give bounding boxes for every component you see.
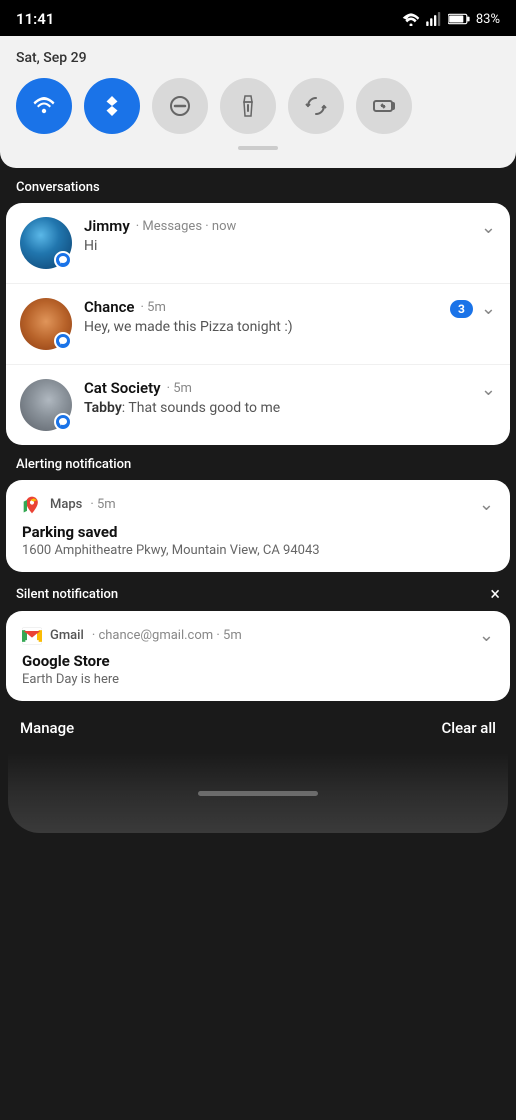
conversations-section-label: Conversations [0,170,516,203]
alerting-time: · 5m [90,497,115,512]
alerting-header: Maps · 5m ⌄ [22,494,494,515]
conv-name-chance: Chance [84,298,135,316]
alerting-app-info: Maps · 5m [22,495,116,515]
battery-percent: 83% [476,12,500,27]
messages-app-icon-cat [54,413,72,431]
conv-header-cat: Cat Society · 5m [84,379,481,397]
qs-dnd-toggle[interactable] [152,78,208,134]
gmail-text: Earth Day is here [22,672,494,687]
alerting-app-name: Maps [50,497,82,512]
messages-app-icon-chance [54,332,72,350]
quick-settings-panel: Sat, Sep 29 [0,36,516,168]
conv-name-jimmy: Jimmy [84,217,130,235]
conv-content-chance: Chance · 5m Hey, we made this Pizza toni… [84,298,450,335]
qs-bluetooth-toggle[interactable] [84,78,140,134]
qs-wifi-toggle[interactable] [16,78,72,134]
qs-date: Sat, Sep 29 [16,50,500,66]
messages-app-icon-jimmy [54,251,72,269]
conv-right-jimmy: ⌄ [481,217,496,238]
battery-icon [448,13,470,25]
conv-header-chance: Chance · 5m [84,298,450,316]
gmail-email: · chance@gmail.com · 5m [92,628,242,643]
manage-button[interactable]: Manage [20,719,74,737]
bottom-blur-area [8,753,508,833]
gmail-header: Gmail · chance@gmail.com · 5m ⌄ [22,625,494,646]
conv-message-jimmy: Hi [84,238,481,254]
silent-notification-card[interactable]: Gmail · chance@gmail.com · 5m ⌄ Google S… [6,611,510,701]
conv-right-cat: ⌄ [481,379,496,400]
conversation-jimmy[interactable]: Jimmy · Messages · now Hi ⌄ [6,203,510,284]
alerting-text: 1600 Amphitheatre Pkwy, Mountain View, C… [22,543,494,558]
conv-content-cat: Cat Society · 5m Tabby: That sounds good… [84,379,481,416]
qs-flashlight-toggle[interactable] [220,78,276,134]
conversations-card: Jimmy · Messages · now Hi ⌄ Chance · 5m … [6,203,510,445]
conv-right-chance: 3 ⌄ [450,298,496,319]
silent-notification-header: Silent notification × [0,574,516,611]
gmail-app-info: Gmail · chance@gmail.com · 5m [22,627,242,645]
status-bar: 11:41 83% [0,0,516,36]
conv-message-cat: Tabby: That sounds good to me [84,400,481,416]
chevron-cat[interactable]: ⌄ [481,379,496,400]
conv-header-jimmy: Jimmy · Messages · now [84,217,481,235]
conversation-cat-society[interactable]: Cat Society · 5m Tabby: That sounds good… [6,365,510,445]
avatar-wrap-jimmy [20,217,72,269]
conversation-chance[interactable]: Chance · 5m Hey, we made this Pizza toni… [6,284,510,365]
alerting-section-label: Alerting notification [0,447,516,480]
chevron-jimmy[interactable]: ⌄ [481,217,496,238]
conv-name-cat: Cat Society [84,379,161,397]
silent-close-button[interactable]: × [490,584,500,605]
conv-content-jimmy: Jimmy · Messages · now Hi [84,217,481,254]
alerting-chevron[interactable]: ⌄ [479,494,494,515]
qs-toggles [16,78,500,134]
home-indicator[interactable] [198,791,318,796]
alerting-notification-card[interactable]: Maps · 5m ⌄ Parking saved 1600 Amphithea… [6,480,510,572]
clear-all-button[interactable]: Clear all [442,719,497,737]
conv-sender-cat: Tabby [84,400,122,416]
conv-badge-chance: 3 [450,300,473,318]
conv-app-cat: · 5m [167,381,192,396]
wifi-icon [402,12,420,26]
gmail-chevron[interactable]: ⌄ [479,625,494,646]
gmail-icon [22,627,42,645]
alerting-title: Parking saved [22,523,494,541]
maps-icon [22,495,42,515]
status-time: 11:41 [16,10,54,28]
avatar-wrap-chance [20,298,72,350]
gmail-title: Google Store [22,652,494,670]
avatar-wrap-cat [20,379,72,431]
conv-app-chance: · 5m [141,300,166,315]
status-icons: 83% [402,12,500,27]
conv-app-jimmy: · Messages · now [136,219,237,234]
gmail-app-name: Gmail [50,628,84,643]
conv-message-chance: Hey, we made this Pizza tonight :) [84,319,450,335]
qs-battery-saver-toggle[interactable] [356,78,412,134]
silent-section-label: Silent notification [16,587,118,602]
signal-icon [426,12,442,26]
chevron-chance[interactable]: ⌄ [481,298,496,319]
bottom-bar: Manage Clear all [0,703,516,753]
qs-handle[interactable] [238,146,278,150]
qs-rotation-toggle[interactable] [288,78,344,134]
